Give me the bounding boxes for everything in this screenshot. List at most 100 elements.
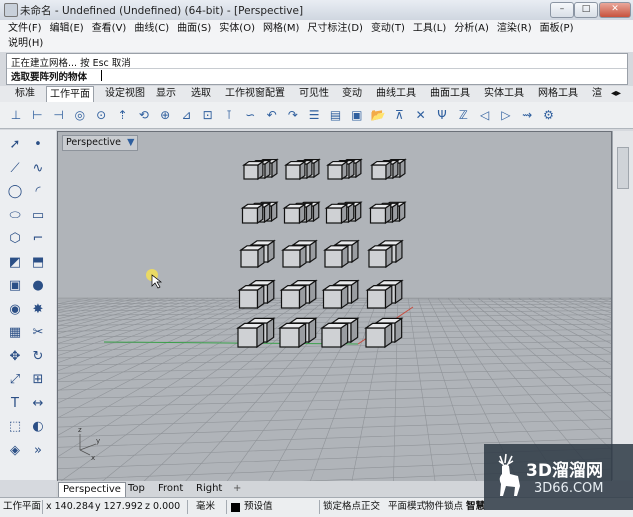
- trim-icon[interactable]: ✂: [29, 324, 47, 342]
- cplane-manage-icon[interactable]: ⚙: [541, 107, 557, 123]
- render-icon[interactable]: ◈: [6, 442, 24, 460]
- tab-select[interactable]: 选取: [188, 86, 214, 101]
- surface-icon[interactable]: ◩: [6, 254, 24, 272]
- status-ortho[interactable]: 正交: [361, 500, 380, 514]
- status-planar[interactable]: 平面模式: [388, 500, 426, 514]
- menu-edit[interactable]: 编辑(E): [46, 21, 88, 36]
- save-icon[interactable]: ▣: [349, 107, 365, 123]
- tab-surface-tools[interactable]: 曲面工具: [427, 86, 473, 101]
- viewport-dropdown-icon[interactable]: ▼: [127, 137, 134, 148]
- cplane-rotate-icon[interactable]: ⟲: [136, 107, 152, 123]
- curve-icon[interactable]: ∿: [29, 160, 47, 178]
- ellipse-icon[interactable]: ⬭: [6, 207, 24, 225]
- dimension-icon[interactable]: ↔: [29, 395, 47, 413]
- cplane-undo-icon[interactable]: ↶: [264, 107, 280, 123]
- cplane-curve-icon[interactable]: ∽: [242, 107, 258, 123]
- command-area[interactable]: 正在建立网格... 按 Esc 取消 选取要阵列的物体: [6, 53, 628, 85]
- tab-cplanes[interactable]: 工作平面: [46, 86, 94, 102]
- menu-panels[interactable]: 面板(P): [536, 21, 578, 36]
- menu-mesh[interactable]: 网格(M): [259, 21, 303, 36]
- tab-solid-tools[interactable]: 实体工具: [481, 86, 527, 101]
- cplane-previous-icon[interactable]: ◁: [477, 107, 493, 123]
- cplane-redo-icon[interactable]: ↷: [285, 107, 301, 123]
- status-osnap[interactable]: 物件锁点: [425, 500, 463, 514]
- cplane-next-icon[interactable]: ▷: [498, 107, 514, 123]
- tab-viewport-layout[interactable]: 工作视窗配置: [222, 86, 288, 101]
- tab-set-view[interactable]: 设定视图: [102, 86, 148, 101]
- cplane-x-icon[interactable]: ✕: [413, 107, 429, 123]
- menu-dimension[interactable]: 尺寸标注(D): [303, 21, 367, 36]
- tab-curve-tools[interactable]: 曲线工具: [373, 86, 419, 101]
- polygon-icon[interactable]: ⬡: [6, 230, 24, 248]
- named-cplane-icon[interactable]: ☰: [306, 107, 322, 123]
- tab-display[interactable]: 显示: [153, 86, 179, 101]
- cplane-elevation-icon[interactable]: ⇡: [115, 107, 131, 123]
- cplane-view-icon[interactable]: ⊡: [200, 107, 216, 123]
- viewport-tab-front[interactable]: Front: [154, 482, 187, 496]
- menu-render[interactable]: 渲染(R): [493, 21, 536, 36]
- cplane-through-icon[interactable]: ⇝: [519, 107, 535, 123]
- tab-visibility[interactable]: 可见性: [296, 86, 332, 101]
- menu-view[interactable]: 查看(V): [88, 21, 131, 36]
- menu-tools[interactable]: 工具(L): [409, 21, 450, 36]
- cplane-origin-icon[interactable]: ⊕: [157, 107, 173, 123]
- tab-mesh-tools[interactable]: 网格工具: [535, 86, 581, 101]
- menu-analyze[interactable]: 分析(A): [450, 21, 493, 36]
- hide-icon[interactable]: ◐: [29, 418, 47, 436]
- open-icon[interactable]: 📂: [370, 107, 386, 123]
- tab-scroll-arrows[interactable]: ◂▸: [608, 86, 624, 101]
- menu-help[interactable]: 说明(H): [4, 36, 47, 51]
- viewport-tab-right[interactable]: Right: [192, 482, 226, 496]
- close-button[interactable]: ✕: [599, 2, 631, 18]
- rotate-icon[interactable]: ↻: [29, 348, 47, 366]
- text-icon[interactable]: T: [6, 395, 24, 413]
- cplane-front-icon[interactable]: ⊢: [29, 107, 45, 123]
- fillet-curve-icon[interactable]: ⌐: [29, 230, 47, 248]
- move-icon[interactable]: ✥: [6, 348, 24, 366]
- panel-collapse-handle[interactable]: [617, 147, 629, 189]
- cplane-world-top-icon[interactable]: ⊥: [8, 107, 24, 123]
- cplane-z-icon[interactable]: ℤ: [455, 107, 471, 123]
- select-arrow-icon[interactable]: ➚: [6, 136, 24, 154]
- cplane-sphere-icon[interactable]: ◎: [72, 107, 88, 123]
- viewport-tab-top[interactable]: Top: [124, 482, 149, 496]
- polyline-icon[interactable]: ⟋: [6, 160, 24, 178]
- cplane-vertical-icon[interactable]: ⊺: [221, 107, 237, 123]
- menu-file[interactable]: 文件(F): [4, 21, 46, 36]
- viewport-title[interactable]: Perspective ▼: [62, 135, 139, 151]
- menu-solid[interactable]: 实体(O): [215, 21, 259, 36]
- status-grid-snap[interactable]: 锁定格点: [323, 500, 361, 514]
- cplane-normal-icon[interactable]: ⊼: [391, 107, 407, 123]
- tab-transform[interactable]: 变动: [339, 86, 365, 101]
- maximize-button[interactable]: □: [574, 2, 598, 18]
- circle-icon[interactable]: ◯: [6, 183, 24, 201]
- status-cplane[interactable]: 工作平面: [3, 500, 41, 514]
- cplane-3point-icon[interactable]: ⊿: [178, 107, 194, 123]
- boolean-union-icon[interactable]: ◉: [6, 301, 24, 319]
- status-smarttrack[interactable]: 智慧: [466, 500, 485, 514]
- group-icon[interactable]: ⬚: [6, 418, 24, 436]
- cplane-right-icon[interactable]: ⊣: [51, 107, 67, 123]
- box-icon[interactable]: ▣: [6, 277, 24, 295]
- rectangle-icon[interactable]: ▭: [29, 207, 47, 225]
- viewport-perspective[interactable]: y x z Perspective ▼: [57, 131, 612, 482]
- tab-render[interactable]: 渲: [589, 86, 605, 101]
- more-icon[interactable]: »: [29, 442, 47, 460]
- array-icon[interactable]: ⊞: [29, 371, 47, 389]
- viewport-tab-perspective[interactable]: Perspective: [58, 482, 126, 498]
- arc-icon[interactable]: ◜: [29, 183, 47, 201]
- tab-standard[interactable]: 标准: [12, 86, 38, 101]
- cplane-y-icon[interactable]: Ψ: [434, 107, 450, 123]
- explode-icon[interactable]: ✸: [29, 301, 47, 319]
- viewport-canvas[interactable]: y x z: [58, 132, 611, 481]
- sphere-icon[interactable]: ●: [29, 277, 47, 295]
- extrude-icon[interactable]: ⬒: [29, 254, 47, 272]
- add-viewport-tab-button[interactable]: +: [229, 482, 245, 496]
- menu-curve[interactable]: 曲线(C): [130, 21, 173, 36]
- point-icon[interactable]: •: [29, 136, 47, 154]
- scale-icon[interactable]: ⤢: [6, 371, 24, 389]
- mesh-icon[interactable]: ▦: [6, 324, 24, 342]
- menu-surface[interactable]: 曲面(S): [173, 21, 215, 36]
- cplane-object-icon[interactable]: ⊙: [93, 107, 109, 123]
- status-layer[interactable]: 预设值: [244, 500, 273, 514]
